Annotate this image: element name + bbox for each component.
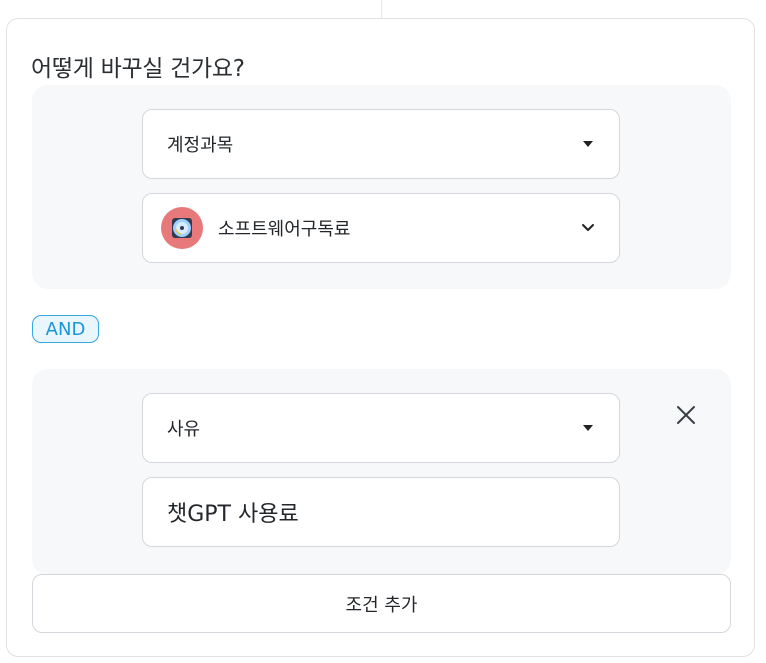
category-select[interactable]: 계정과목 (142, 109, 620, 179)
reason-text-input[interactable]: 챗GPT 사용료 (142, 477, 620, 547)
category-select-value: 계정과목 (167, 135, 234, 156)
and-operator-badge[interactable]: AND (32, 315, 99, 343)
reason-text-value: 챗GPT 사용료 (167, 502, 299, 527)
field-select[interactable]: 사유 (142, 393, 620, 463)
account-select-value: 소프트웨어구독료 (218, 219, 351, 240)
caret-down-icon (583, 141, 593, 147)
close-icon[interactable] (675, 404, 697, 426)
account-select[interactable]: 소프트웨어구독료 (142, 193, 620, 263)
caret-down-icon (583, 425, 593, 431)
change-rule-card: 어떻게 바꾸실 건가요? 계정과목 소프트웨어구독료 AND 사유 챗GPT 사… (6, 18, 755, 657)
field-select-value: 사유 (167, 419, 201, 440)
top-divider (381, 0, 382, 18)
condition-group-2: 사유 챗GPT 사용료 (32, 369, 731, 575)
software-disc-icon (161, 207, 203, 249)
add-condition-button[interactable]: 조건 추가 (32, 574, 731, 633)
page-title: 어떻게 바꾸실 건가요? (31, 56, 245, 82)
condition-group-1: 계정과목 소프트웨어구독료 (32, 85, 731, 289)
chevron-down-icon (582, 224, 594, 231)
